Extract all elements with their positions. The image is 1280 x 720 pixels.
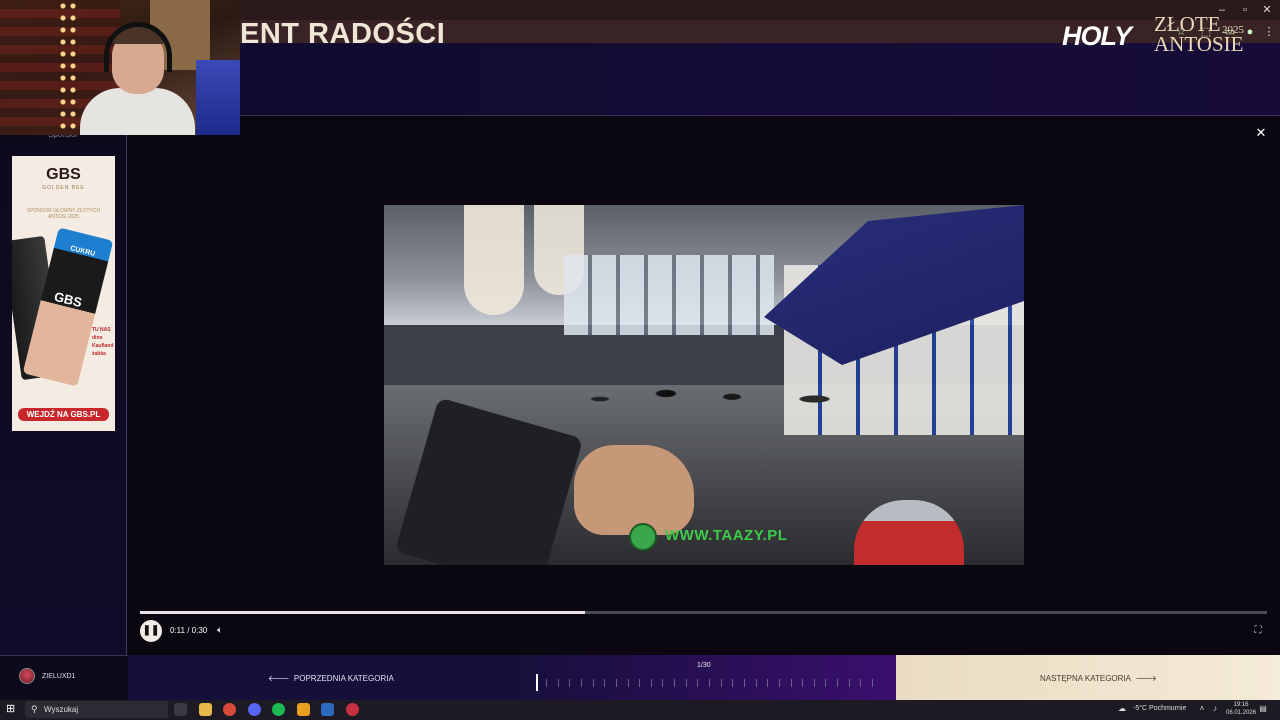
category-tick[interactable] (628, 679, 629, 687)
video-progress-fill (140, 611, 586, 614)
category-tick[interactable] (872, 679, 873, 687)
discord-icon[interactable] (248, 703, 261, 716)
category-tick[interactable] (825, 679, 826, 687)
clock-time: 19:16 (1233, 702, 1249, 708)
ad-store: TU NAS (92, 327, 111, 333)
previous-category-text: POPRZEDNIA KATEGORIA (293, 674, 394, 683)
steam-icon[interactable] (321, 703, 334, 716)
previous-category-label[interactable]: 🡐 POPRZEDNIA KATEGORIA (268, 673, 394, 683)
watermark-avatar-icon (629, 523, 657, 551)
category-tick[interactable] (756, 679, 757, 687)
weather-text[interactable]: -5°C Pochmurnie (1133, 705, 1186, 712)
logo-year: 2025 (1222, 24, 1244, 36)
webcam-lights (58, 0, 78, 135)
screen: – ▫ ✕ ☆ ⬚ ▭ ● ⋮ ENT RADOŚCI HOLY ZŁOTE A… (0, 0, 1280, 720)
page-title: ENT RADOŚCI (240, 18, 446, 50)
category-tick[interactable] (791, 679, 792, 687)
category-tick[interactable] (616, 679, 617, 687)
watermark-text: WWW.TAAZY.PL (665, 527, 788, 544)
spotify-icon[interactable] (272, 703, 285, 716)
category-tick[interactable] (814, 679, 815, 687)
chevron-up-icon[interactable]: ˄ (1197, 704, 1207, 714)
file-explorer-icon[interactable] (199, 703, 212, 716)
category-tick[interactable] (697, 679, 698, 687)
video-watermark: WWW.TAAZY.PL (629, 521, 789, 551)
ad-logo: GBS (46, 166, 81, 183)
ad-logo-sub: GOLDEN BEE (42, 185, 85, 191)
arrow-left-icon: 🡐 (268, 674, 294, 683)
volume-icon[interactable]: 🔈︎ (217, 625, 229, 637)
sponsor-ad[interactable]: GBS GOLDEN BEE SPONSOR GŁÓWNY ZŁOTYCH AN… (12, 156, 115, 431)
webcam-light (196, 60, 240, 135)
scene-people (534, 355, 864, 465)
clock[interactable]: 19:16 06.01.2026 (1226, 701, 1256, 717)
category-tick[interactable] (721, 679, 722, 687)
ad-store-list: TU NAS dino Kaufland żabka (92, 326, 115, 358)
windows-start-icon[interactable]: ⊞ (6, 703, 18, 715)
ad-sponsor-text: SPONSOR GŁÓWNY ZŁOTYCH ANTOSI 2025 (26, 208, 101, 220)
menu-icon[interactable]: ⋮ (1262, 25, 1276, 39)
chrome-icon[interactable] (223, 703, 236, 716)
category-counter: 1/30 (697, 662, 711, 669)
app-icon[interactable] (297, 703, 310, 716)
video-frame[interactable]: WWW.TAAZY.PL (384, 205, 1024, 565)
avatar[interactable] (19, 668, 35, 684)
category-tick[interactable] (674, 679, 675, 687)
streamer-body (80, 88, 195, 135)
category-tick[interactable] (662, 679, 663, 687)
category-tick[interactable] (686, 679, 687, 687)
category-tick[interactable] (604, 679, 605, 687)
category-tick[interactable] (802, 679, 803, 687)
close-window-icon[interactable]: ✕ (1257, 3, 1277, 17)
task-view-icon[interactable] (174, 703, 187, 716)
fullscreen-icon[interactable]: ⛶ (1252, 625, 1264, 637)
arrow-right-icon: 🡒 (1130, 674, 1157, 683)
video-time: 0:11 / 0:30 (170, 626, 208, 635)
category-tick[interactable] (849, 679, 850, 687)
category-tick[interactable] (651, 679, 652, 687)
pause-icon: ❚❚ (142, 625, 160, 636)
ad-cta-button[interactable]: WEJDŹ NA GBS.PL (18, 408, 109, 421)
category-tick[interactable] (779, 679, 780, 687)
ad-store: dino (92, 335, 103, 341)
search-icon: ⚲ (31, 704, 38, 714)
video-progress-bar[interactable] (140, 611, 1267, 614)
windows-taskbar (0, 700, 1280, 720)
category-tick[interactable] (837, 679, 838, 687)
category-tick[interactable] (558, 679, 559, 687)
obs-icon[interactable] (346, 703, 359, 716)
category-tick[interactable] (569, 679, 570, 687)
category-tick[interactable] (860, 679, 861, 687)
ad-store: Kaufland (92, 343, 114, 349)
user-name[interactable]: ZIELUXD1 (42, 673, 75, 680)
next-category-label[interactable]: NASTĘPNA KATEGORIA 🡒 (1040, 673, 1157, 683)
weather-icon[interactable]: ☁ (1117, 704, 1127, 714)
scene-arch (464, 205, 524, 315)
category-tick[interactable] (593, 679, 594, 687)
category-tick[interactable] (709, 679, 710, 687)
category-tick[interactable] (546, 679, 547, 687)
clock-date: 06.01.2026 (1226, 710, 1257, 716)
close-icon[interactable]: ✕ (1254, 126, 1268, 140)
pause-button[interactable]: ❚❚ (140, 620, 162, 642)
category-tick[interactable] (639, 679, 640, 687)
notifications-icon[interactable]: ▤ (1258, 704, 1268, 714)
webcam-overlay (0, 0, 240, 135)
category-tick[interactable] (732, 679, 733, 687)
current-category-marker (536, 674, 538, 691)
category-tick[interactable] (767, 679, 768, 687)
ad-store: żabka (92, 351, 106, 357)
logo-line-2: ANTOSIE (1154, 32, 1244, 56)
taskbar-search-placeholder: Wyszukaj (44, 705, 79, 714)
holy-logo[interactable]: HOLY (1062, 21, 1132, 52)
category-tick[interactable] (744, 679, 745, 687)
scene-windows (564, 255, 774, 335)
microphone-icon[interactable]: ♪ (1210, 704, 1220, 714)
next-category-text: NASTĘPNA KATEGORIA (1040, 674, 1131, 683)
category-tick[interactable] (581, 679, 582, 687)
